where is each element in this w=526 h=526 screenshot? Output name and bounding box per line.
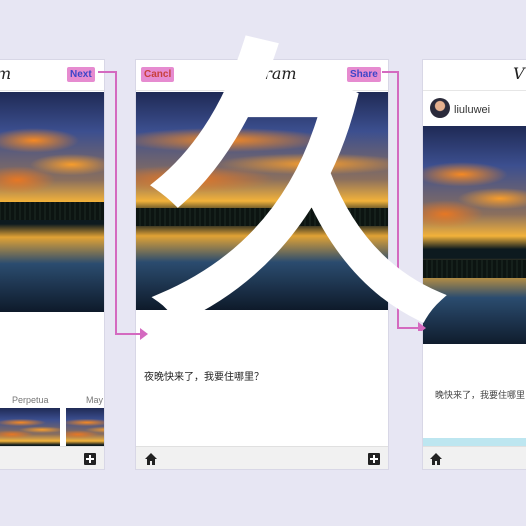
- left-screen: m Next Perpetua May: [0, 60, 104, 469]
- add-icon[interactable]: [368, 453, 380, 465]
- middle-bottom-bar: [136, 446, 388, 469]
- tree-line: [0, 202, 104, 220]
- app-logo: V: [513, 64, 525, 83]
- left-bottom-bar: [0, 446, 104, 469]
- highlight-strip: [423, 438, 526, 446]
- caption-text[interactable]: 夜晚快来了，我要住哪里？: [144, 368, 264, 383]
- username-label[interactable]: liuluwei: [454, 104, 490, 116]
- right-bottom-bar: [423, 446, 526, 469]
- add-icon[interactable]: [84, 453, 96, 465]
- home-icon[interactable]: [144, 452, 158, 466]
- caption-text: 晚快来了，我要住哪里: [435, 390, 526, 400]
- watermark-glyph: 久: [148, 11, 448, 364]
- filter-label-perpetua[interactable]: Perpetua: [12, 395, 49, 405]
- home-icon[interactable]: [429, 452, 443, 466]
- flow-arrow-left: [98, 71, 148, 340]
- app-logo: m: [0, 64, 11, 83]
- next-button[interactable]: Next: [67, 67, 95, 82]
- filter-label-may[interactable]: May: [86, 395, 103, 405]
- left-header: m Next: [0, 60, 104, 91]
